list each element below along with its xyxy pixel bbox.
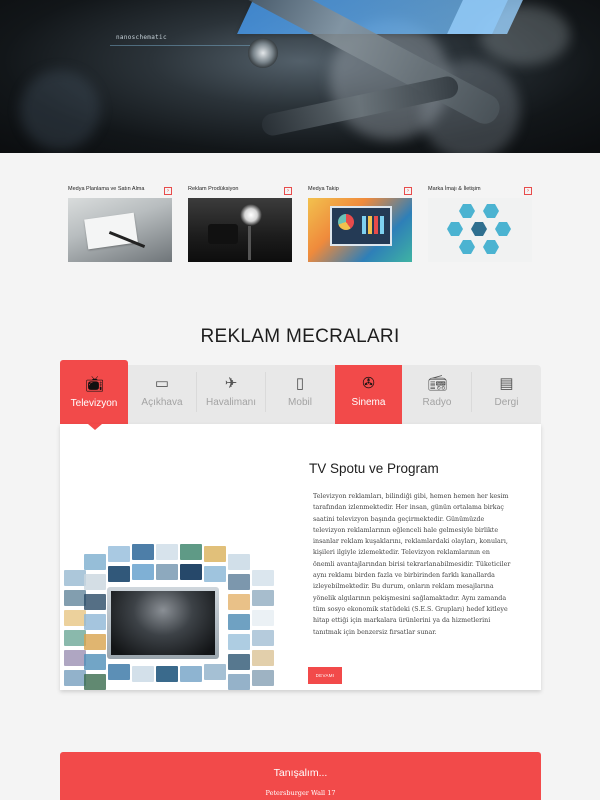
service-card-media-tracking[interactable]: Medya Takip › — [308, 185, 412, 262]
arrow-right-icon[interactable]: › — [404, 187, 412, 195]
tab-sinema[interactable]: ✇ Sinema — [335, 365, 402, 424]
hexagon-network-icon[interactable] — [428, 198, 532, 262]
tab-label: Mobil — [288, 397, 312, 408]
hero-circuit-line — [110, 45, 250, 46]
film-camera-icon[interactable] — [188, 198, 292, 262]
tab-label: Sinema — [351, 397, 386, 408]
panel-title: TV Spotu ve Program — [309, 461, 439, 476]
tab-havalimani[interactable]: ✈︎ Havalimanı — [197, 365, 265, 424]
active-tab-pointer — [88, 424, 102, 430]
section-title: REKLAM MECRALARI — [200, 326, 400, 347]
service-title: Medya Planlama ve Satın Alma — [68, 186, 145, 192]
airplane-icon: ✈︎ — [224, 375, 238, 392]
tv-screen — [107, 587, 219, 659]
service-card-media-planning[interactable]: Medya Planlama ve Satın Alma › — [68, 185, 172, 262]
monitor-analytics-icon[interactable] — [308, 198, 412, 262]
tab-acikhava[interactable]: ▭ Açıkhava — [128, 365, 196, 424]
tab-bar: 📺︎ Televizyon ▭ Açıkhava ✈︎ Havalimanı ▯… — [60, 360, 541, 424]
hero-bokeh — [20, 70, 100, 150]
tv-icon: 📺︎ — [85, 376, 105, 393]
mobile-icon: ▯ — [295, 375, 305, 392]
tab-dergi[interactable]: ▤ Dergi — [472, 365, 541, 424]
service-card-production[interactable]: Reklam Prodüksiyon › — [188, 185, 292, 262]
hero-banner: nanoschematic — [0, 0, 600, 153]
tv-collage-image — [60, 534, 310, 690]
tab-televizyon[interactable]: 📺︎ Televizyon — [60, 360, 128, 424]
tab-radyo[interactable]: 📻︎ Radyo — [403, 365, 471, 424]
service-title: Reklam Prodüksiyon — [188, 186, 239, 192]
service-card-brand-image[interactable]: Marka İmajı & İletişim › — [428, 185, 532, 262]
tab-label: Havalimanı — [205, 397, 257, 408]
tab-label: Açıkhava — [141, 397, 183, 408]
radio-icon: 📻︎ — [428, 375, 448, 392]
document-pen-icon[interactable] — [68, 198, 172, 262]
services-row: Medya Planlama ve Satın Alma › Reklam Pr… — [68, 185, 538, 265]
tab-label: Radyo — [422, 397, 452, 408]
arrow-right-icon[interactable]: › — [524, 187, 532, 195]
service-title: Medya Takip — [308, 186, 339, 192]
tab-label: Televizyon — [70, 398, 118, 409]
robot-joint — [248, 38, 278, 68]
contact-section: Tanışalım... Petersburger Wall 17 — [60, 752, 541, 800]
arrow-right-icon[interactable]: › — [164, 187, 172, 195]
billboard-icon: ▭ — [154, 375, 170, 392]
service-title: Marka İmajı & İletişim — [428, 186, 481, 192]
devami-button[interactable]: DEVAMI — [308, 667, 342, 684]
tab-label: Dergi — [494, 397, 519, 408]
panel-body: Televizyon reklamları, bilindiği gibi, h… — [313, 493, 511, 636]
tab-mobil[interactable]: ▯ Mobil — [266, 365, 334, 424]
contact-address: Petersburger Wall 17 — [265, 789, 336, 797]
magazine-icon: ▤ — [499, 375, 514, 392]
film-reel-icon: ✇ — [362, 375, 375, 392]
contact-title: Tanışalım... — [273, 767, 328, 779]
hero-tag: nanoschematic — [116, 34, 167, 41]
arrow-right-icon[interactable]: › — [284, 187, 292, 195]
tab-content-panel: TV Spotu ve Program Televizyon reklamlar… — [60, 424, 541, 690]
